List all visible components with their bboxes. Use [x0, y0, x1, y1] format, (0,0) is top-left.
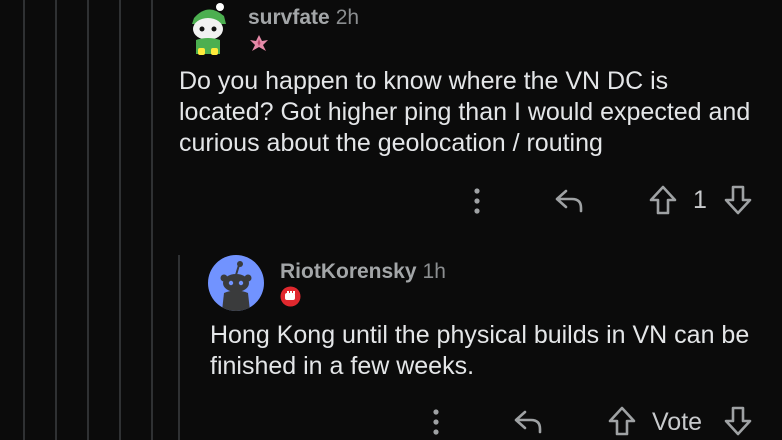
thread-line[interactable]	[119, 0, 121, 440]
reply-button[interactable]	[553, 184, 585, 216]
upvote-button[interactable]	[606, 404, 638, 438]
thread-line[interactable]	[23, 0, 25, 440]
downvote-button[interactable]	[722, 183, 754, 217]
reply-icon	[514, 410, 542, 434]
user-avatar[interactable]	[180, 2, 236, 58]
default-snoo-avatar-icon	[220, 261, 252, 311]
reply-button[interactable]	[512, 405, 544, 437]
username-text[interactable]: survfate	[248, 6, 330, 29]
username-text[interactable]: RiotKorensky	[280, 260, 417, 283]
user-avatar[interactable]	[208, 255, 264, 311]
reply-thread-line[interactable]	[178, 255, 180, 440]
green-snoo-avatar-icon	[192, 3, 226, 55]
upvote-icon	[608, 406, 636, 436]
downvote-icon	[724, 406, 752, 436]
downvote-button[interactable]	[722, 404, 754, 438]
more-options-button[interactable]	[425, 406, 447, 438]
comment-author[interactable]: survfate 2h	[248, 6, 359, 30]
upvote-icon	[649, 185, 677, 215]
thread-line[interactable]	[87, 0, 89, 440]
reply-body: Hong Kong until the physical builds in V…	[210, 321, 750, 380]
vote-count: 1	[693, 186, 707, 214]
more-options-icon	[474, 188, 480, 214]
upvote-button[interactable]	[647, 183, 679, 217]
user-flair	[248, 33, 270, 53]
thread-line[interactable]	[55, 0, 57, 440]
more-options-icon	[433, 409, 439, 435]
comment-timestamp: 2h	[335, 6, 360, 29]
reply-icon	[555, 189, 583, 213]
reply-timestamp: 1h	[422, 260, 446, 283]
pink-flower-flair-icon	[250, 35, 268, 51]
vote-label: Vote	[652, 408, 703, 436]
red-fist-flair-icon	[280, 286, 301, 307]
downvote-icon	[724, 185, 752, 215]
more-options-button[interactable]	[466, 185, 488, 217]
comment-body: Do you happen to know where the VN DC is…	[179, 67, 751, 157]
thread-line[interactable]	[151, 0, 153, 440]
user-flair	[280, 286, 301, 307]
reply-author[interactable]: RiotKorensky 1h	[280, 260, 446, 284]
